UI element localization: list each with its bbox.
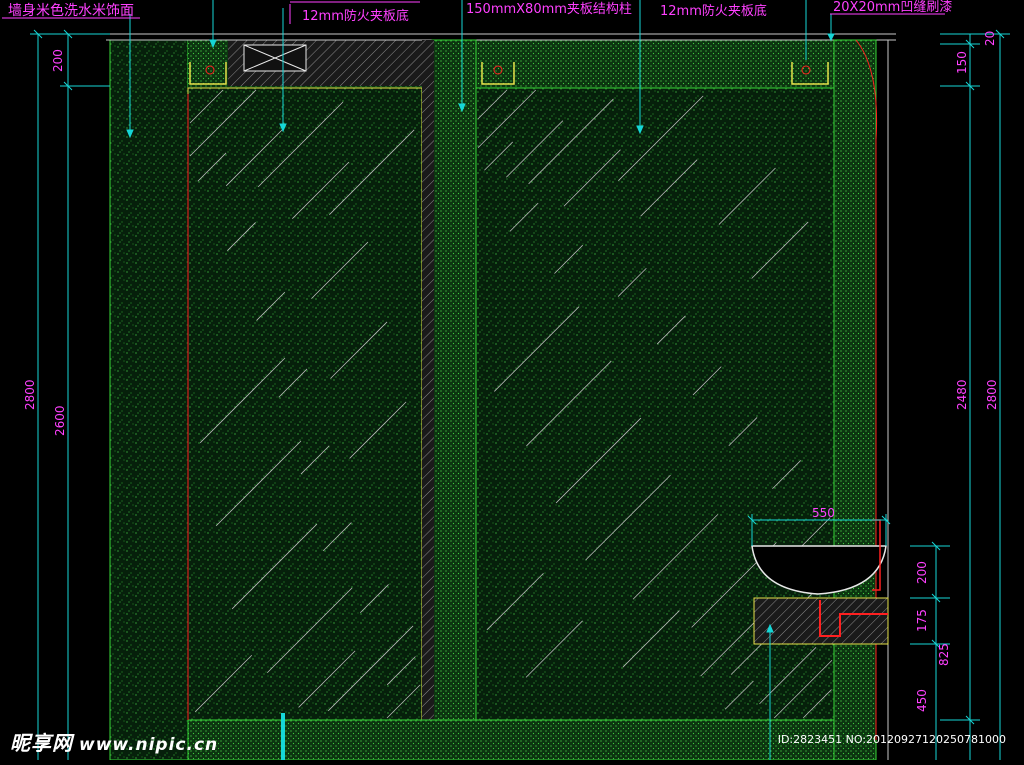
dim-basin-450: 450 bbox=[915, 689, 929, 712]
dimension-lines-left bbox=[30, 29, 110, 760]
dim-basin-width: 550 bbox=[812, 506, 835, 520]
annotation-labels: 墙身米色洗水米饰面 12mm防火夹板底 150mmX80mm夹板结构柱 12mm… bbox=[2, 0, 952, 24]
left-wall-finish bbox=[109, 39, 189, 761]
label-fireboard-right: 12mm防火夹板底 bbox=[660, 3, 767, 19]
dim-basin-175: 175 bbox=[915, 609, 929, 632]
watermark-brand: 昵享网 bbox=[10, 731, 73, 755]
dim-right-20: 20 bbox=[983, 31, 997, 46]
dim-basin-200: 200 bbox=[915, 561, 929, 584]
image-id-text: ID:2823451 NO:20120927120250781000 bbox=[777, 733, 1006, 746]
drawing-svg: 墙身米色洗水米饰面 12mm防火夹板底 150mmX80mm夹板结构柱 12mm… bbox=[2, 0, 1010, 761]
glass-panel-left bbox=[187, 87, 423, 721]
cad-elevation-drawing: 墙身米色洗水米饰面 12mm防火夹板底 150mmX80mm夹板结构柱 12mm… bbox=[0, 0, 1024, 761]
dim-left-inner: 2600 bbox=[53, 405, 67, 436]
label-fireboard-left: 12mm防火夹板底 bbox=[302, 8, 409, 24]
watermark: 昵享网 www.nipic.cn bbox=[10, 727, 218, 756]
dim-left-outer: 2800 bbox=[23, 379, 37, 410]
dim-left-top: 200 bbox=[51, 49, 65, 72]
dim-basin-825: 825 bbox=[937, 643, 951, 666]
structural-column bbox=[431, 39, 477, 761]
dim-right-main: 2480 bbox=[955, 379, 969, 410]
watermark-url: www.nipic.cn bbox=[79, 735, 219, 755]
dim-right-outer: 2800 bbox=[985, 379, 999, 410]
label-column: 150mmX80mm夹板结构柱 bbox=[466, 2, 632, 17]
floor-marker bbox=[281, 713, 285, 760]
label-wall-finish: 墙身米色洗水米饰面 bbox=[8, 2, 134, 19]
label-groove: 20X20mm凹缝刷漆 bbox=[833, 0, 952, 15]
right-wall bbox=[833, 39, 877, 761]
column-core bbox=[422, 40, 434, 760]
dim-right-150: 150 bbox=[955, 51, 969, 74]
